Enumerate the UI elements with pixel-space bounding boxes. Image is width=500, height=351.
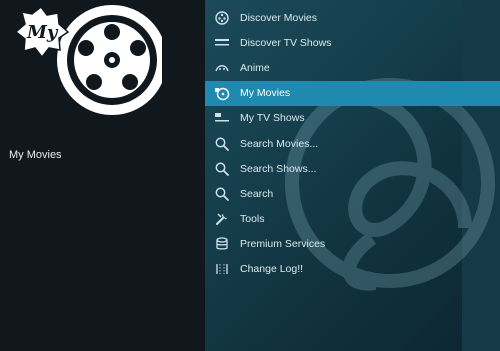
- selected-item-label: My Movies: [9, 149, 62, 161]
- tools-icon: [214, 211, 230, 227]
- left-info-panel: My My Movies: [0, 0, 205, 351]
- menu-item-label: Change Log!!: [240, 263, 304, 276]
- menu-item-label: Search: [240, 187, 274, 200]
- menu-item-label: Search Shows...: [240, 162, 317, 175]
- film-reel-icon: [214, 10, 230, 26]
- menu-item-search[interactable]: Search: [205, 181, 500, 206]
- menu-item-label: Anime: [240, 61, 270, 74]
- menu-item-my-tv-shows[interactable]: My TV Shows: [205, 106, 500, 131]
- menu-item-label: Search Movies...: [240, 137, 319, 150]
- menu-item-discover-movies[interactable]: Discover Movies: [205, 5, 500, 30]
- menu-item-anime[interactable]: Anime: [205, 55, 500, 80]
- menu-item-label: Discover TV Shows: [240, 36, 332, 49]
- tv-bars-icon: [214, 35, 230, 51]
- menu-item-my-movies[interactable]: My Movies: [205, 80, 500, 106]
- search-icon: [214, 136, 230, 152]
- menu-item-label: Tools: [240, 213, 265, 226]
- my-movies-logo: My: [14, 4, 162, 122]
- menu-item-label: Premium Services: [240, 238, 326, 251]
- search-icon: [214, 186, 230, 202]
- search-icon: [214, 161, 230, 177]
- menu-item-search-shows[interactable]: Search Shows...: [205, 156, 500, 181]
- menu-item-change-log[interactable]: Change Log!!: [205, 257, 500, 282]
- my-reel-icon: [214, 85, 230, 101]
- menu-item-premium-services[interactable]: Premium Services: [205, 232, 500, 257]
- menu-item-discover-tv-shows[interactable]: Discover TV Shows: [205, 30, 500, 55]
- menu-item-label: My Movies: [240, 87, 291, 100]
- addon-main-screen: My My Movies Discover Movies Discover TV…: [0, 0, 500, 351]
- main-menu-panel: Discover Movies Discover TV Shows Anime …: [205, 0, 500, 351]
- my-tv-icon: [214, 110, 230, 126]
- database-icon: [214, 236, 230, 252]
- logo-my-text: My: [27, 22, 58, 43]
- menu-item-search-movies[interactable]: Search Movies...: [205, 131, 500, 156]
- menu-item-label: Discover Movies: [240, 11, 318, 24]
- menu-item-label: My TV Shows: [240, 112, 305, 125]
- changelog-icon: [214, 261, 230, 277]
- main-menu-list: Discover Movies Discover TV Shows Anime …: [205, 5, 500, 282]
- menu-item-tools[interactable]: Tools: [205, 207, 500, 232]
- anime-icon: [214, 60, 230, 76]
